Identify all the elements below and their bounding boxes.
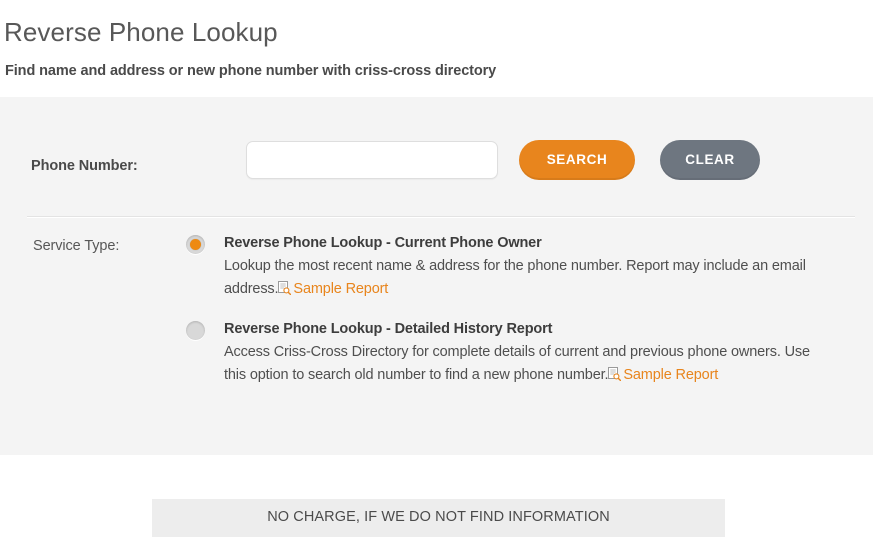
document-search-icon bbox=[608, 366, 622, 382]
no-charge-banner: NO CHARGE, IF WE DO NOT FIND INFORMATION bbox=[152, 499, 725, 537]
phone-number-row: Phone Number: SEARCH CLEAR bbox=[0, 140, 873, 216]
clear-button[interactable]: CLEAR bbox=[660, 140, 760, 180]
page-title: Reverse Phone Lookup bbox=[4, 17, 278, 48]
option-title: Reverse Phone Lookup - Current Phone Own… bbox=[224, 235, 542, 251]
option-description: Lookup the most recent name & address fo… bbox=[224, 255, 826, 301]
option-title: Reverse Phone Lookup - Detailed History … bbox=[224, 321, 553, 337]
radio-current-phone-owner[interactable] bbox=[186, 235, 205, 254]
form-divider bbox=[27, 216, 855, 218]
radio-detailed-history-report[interactable] bbox=[186, 321, 205, 340]
search-button[interactable]: SEARCH bbox=[519, 140, 635, 180]
service-type-label: Service Type: bbox=[33, 238, 120, 254]
phone-number-label: Phone Number: bbox=[31, 158, 138, 174]
option-description-text: Access Criss-Cross Directory for complet… bbox=[224, 344, 810, 383]
service-option-detailed-history-report[interactable]: Reverse Phone Lookup - Detailed History … bbox=[186, 318, 826, 387]
service-type-options: Reverse Phone Lookup - Current Phone Own… bbox=[186, 232, 826, 404]
lookup-form-panel: Phone Number: SEARCH CLEAR Service Type:… bbox=[0, 97, 873, 455]
no-charge-text: NO CHARGE, IF WE DO NOT FIND INFORMATION bbox=[267, 509, 610, 525]
sample-report-link[interactable]: Sample Report bbox=[623, 367, 718, 383]
document-search-icon bbox=[278, 280, 292, 296]
option-description: Access Criss-Cross Directory for complet… bbox=[224, 341, 826, 387]
service-option-current-phone-owner[interactable]: Reverse Phone Lookup - Current Phone Own… bbox=[186, 232, 826, 301]
page-subtitle: Find name and address or new phone numbe… bbox=[5, 63, 497, 79]
sample-report-link[interactable]: Sample Report bbox=[293, 281, 388, 297]
phone-number-input[interactable] bbox=[246, 141, 498, 179]
